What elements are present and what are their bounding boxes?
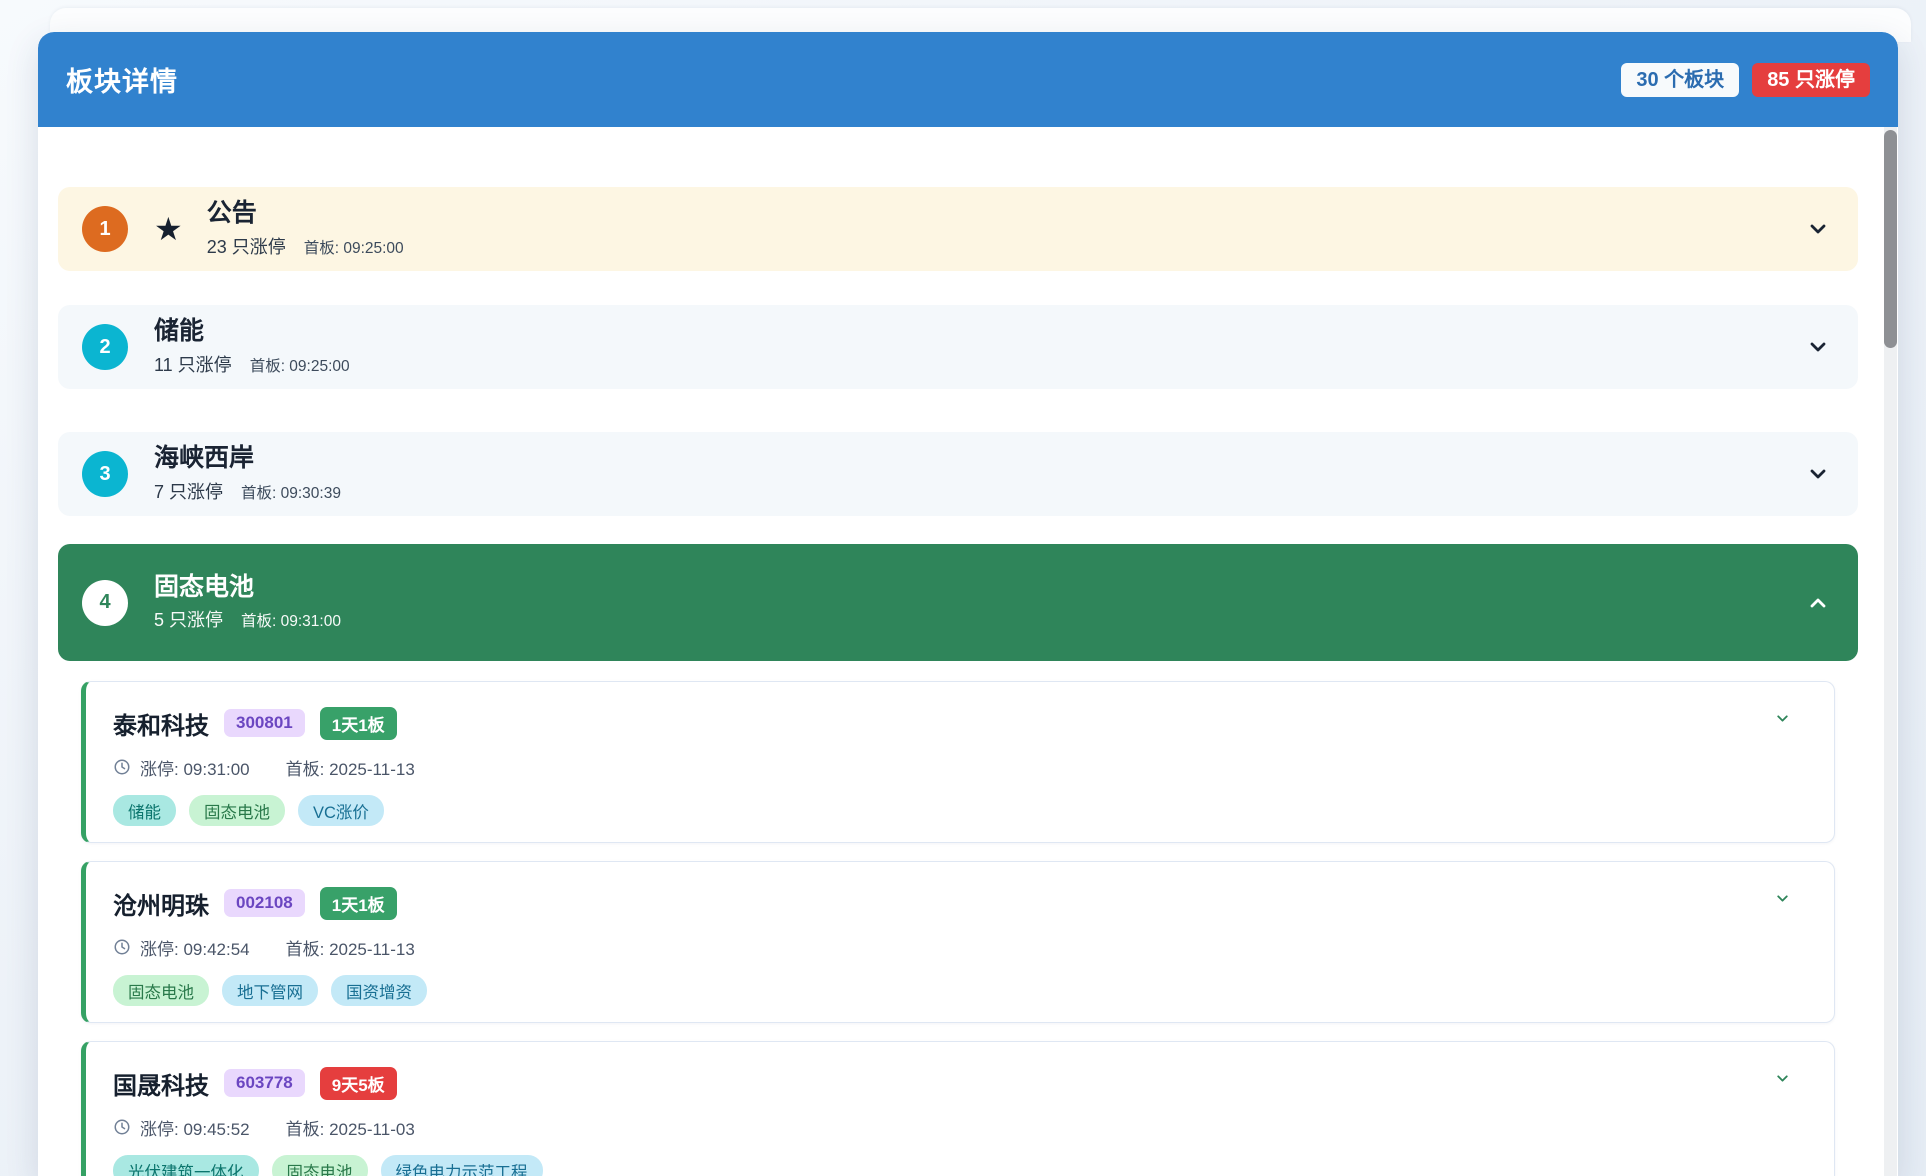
concept-tag: 储能 — [113, 795, 176, 826]
sector-row[interactable]: 1 ★ 公告 23 只涨停 首板: 09:25:00 — [58, 187, 1858, 271]
sector-first-board-time: 首板: 09:25:00 — [304, 236, 404, 258]
stock-head: 泰和科技 300801 1天1板 — [113, 706, 1804, 740]
concept-tag: 固态电池 — [189, 795, 285, 826]
sector-name: 公告 — [207, 199, 404, 228]
sector-name: 固态电池 — [154, 573, 341, 602]
stock-name: 国晟科技 — [113, 1066, 209, 1101]
scrollbar-thumb[interactable] — [1884, 130, 1897, 348]
limit-up-time: 涨停: 09:42:54 — [140, 935, 250, 960]
sector-meta: 11 只涨停 首板: 09:25:00 — [154, 351, 350, 377]
limit-up-time: 涨停: 09:45:52 — [140, 1115, 250, 1140]
board-streak-badge: 1天1板 — [320, 707, 397, 740]
header-badges: 30 个板块 85 只涨停 — [1621, 63, 1870, 97]
stock-head: 沧州明珠 002108 1天1板 — [113, 886, 1804, 920]
concept-tag: 固态电池 — [272, 1155, 368, 1176]
sector-meta: 5 只涨停 首板: 09:31:00 — [154, 606, 341, 632]
sector-limit-up-count: 11 只涨停 — [154, 351, 232, 377]
first-board-date: 首板: 2025-11-13 — [286, 935, 415, 960]
clock-icon — [113, 938, 131, 956]
stock-tags: 光伏建筑一体化 固态电池 绿色电力示范工程 — [113, 1155, 1804, 1176]
stock-code-badge: 300801 — [224, 709, 305, 737]
sector-limit-up-count: 5 只涨停 — [154, 606, 223, 632]
sector-row[interactable]: 4 ★ 固态电池 5 只涨停 首板: 09:31:00 — [58, 544, 1858, 661]
chevron-down-icon — [1774, 1070, 1791, 1087]
concept-tag: 地下管网 — [222, 975, 318, 1006]
sector-row[interactable]: 2 ★ 储能 11 只涨停 首板: 09:25:00 — [58, 305, 1858, 389]
scrollbar-track[interactable] — [1884, 127, 1897, 1176]
chevron-down-icon — [1806, 217, 1830, 241]
clock-icon — [113, 758, 131, 776]
concept-tag: VC涨价 — [298, 795, 384, 826]
sector-rows: 1 ★ 公告 23 只涨停 首板: 09:25:00 2 — [58, 187, 1858, 661]
sector-info: 固态电池 5 只涨停 首板: 09:31:00 — [154, 573, 341, 633]
sector-detail-panel: 板块详情 30 个板块 85 只涨停 1 ★ 公告 23 只涨停 首板: 09:… — [38, 32, 1898, 1176]
stock-card[interactable]: 国晟科技 603778 9天5板 涨停: 09:45:52 首板: 2025-1… — [81, 1041, 1835, 1176]
sector-name: 海峡西岸 — [154, 444, 341, 473]
stock-meta: 涨停: 09:45:52 首板: 2025-11-03 — [113, 1115, 1804, 1139]
sector-first-board-time: 首板: 09:31:00 — [241, 609, 341, 631]
sector-info: 储能 11 只涨停 首板: 09:25:00 — [154, 317, 350, 377]
sector-first-board-time: 首板: 09:30:39 — [241, 481, 341, 503]
limit-up-time: 涨停: 09:31:00 — [140, 755, 250, 780]
board-streak-badge: 9天5板 — [320, 1067, 397, 1100]
sector-limit-up-count: 7 只涨停 — [154, 478, 223, 504]
limit-up-count-badge: 85 只涨停 — [1752, 63, 1870, 97]
stock-name: 泰和科技 — [113, 706, 209, 741]
chevron-down-icon — [1774, 710, 1791, 727]
concept-tag: 国资增资 — [331, 975, 427, 1006]
rank-badge: 4 — [82, 580, 128, 626]
concept-tag: 固态电池 — [113, 975, 209, 1006]
chevron-down-icon — [1774, 890, 1791, 907]
stock-name: 沧州明珠 — [113, 886, 209, 921]
panel-title: 板块详情 — [66, 60, 178, 99]
sector-count-badge: 30 个板块 — [1621, 63, 1739, 97]
stock-code-badge: 603778 — [224, 1069, 305, 1097]
stock-card[interactable]: 泰和科技 300801 1天1板 涨停: 09:31:00 首板: 2025-1… — [81, 681, 1835, 843]
stock-tags: 固态电池 地下管网 国资增资 — [113, 975, 1804, 1006]
first-board-date: 首板: 2025-11-03 — [286, 1115, 415, 1140]
first-board-date: 首板: 2025-11-13 — [286, 755, 415, 780]
sector-list: 1 ★ 公告 23 只涨停 首板: 09:25:00 2 — [38, 127, 1898, 1176]
chevron-down-icon — [1806, 591, 1830, 615]
sector-name: 储能 — [154, 317, 350, 346]
stock-card[interactable]: 沧州明珠 002108 1天1板 涨停: 09:42:54 首板: 2025-1… — [81, 861, 1835, 1023]
stock-list: 泰和科技 300801 1天1板 涨停: 09:31:00 首板: 2025-1… — [81, 681, 1835, 1176]
sector-row[interactable]: 3 ★ 海峡西岸 7 只涨停 首板: 09:30:39 — [58, 432, 1858, 516]
sector-meta: 23 只涨停 首板: 09:25:00 — [207, 233, 404, 259]
concept-tag: 光伏建筑一体化 — [113, 1155, 259, 1176]
rank-badge: 3 — [82, 451, 128, 497]
chevron-down-icon — [1806, 462, 1830, 486]
stock-meta: 涨停: 09:31:00 首板: 2025-11-13 — [113, 755, 1804, 779]
sector-first-board-time: 首板: 09:25:00 — [250, 354, 350, 376]
stock-meta: 涨停: 09:42:54 首板: 2025-11-13 — [113, 935, 1804, 959]
rank-badge: 2 — [82, 324, 128, 370]
sector-limit-up-count: 23 只涨停 — [207, 233, 286, 259]
concept-tag: 绿色电力示范工程 — [381, 1155, 543, 1176]
sector-info: 公告 23 只涨停 首板: 09:25:00 — [207, 199, 404, 259]
sector-meta: 7 只涨停 首板: 09:30:39 — [154, 478, 341, 504]
stock-head: 国晟科技 603778 9天5板 — [113, 1066, 1804, 1100]
star-icon[interactable]: ★ — [154, 213, 183, 245]
panel-header: 板块详情 30 个板块 85 只涨停 — [38, 32, 1898, 127]
clock-icon — [113, 1118, 131, 1136]
chevron-down-icon — [1806, 335, 1830, 359]
stock-code-badge: 002108 — [224, 889, 305, 917]
board-streak-badge: 1天1板 — [320, 887, 397, 920]
rank-badge: 1 — [82, 206, 128, 252]
stock-tags: 储能 固态电池 VC涨价 — [113, 795, 1804, 826]
sector-info: 海峡西岸 7 只涨停 首板: 09:30:39 — [154, 444, 341, 504]
